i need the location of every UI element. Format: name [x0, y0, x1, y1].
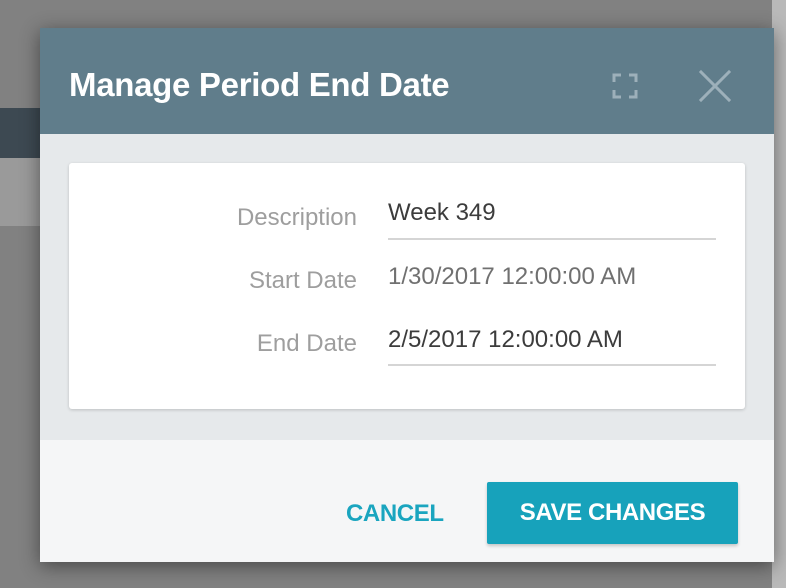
save-changes-button[interactable]: SAVE CHANGES — [487, 482, 738, 544]
description-underline — [388, 238, 716, 240]
description-label: Description — [236, 204, 357, 231]
end-date-underline — [388, 364, 716, 366]
dialog-footer: CANCEL SAVE CHANGES — [40, 440, 774, 562]
dialog-header: Manage Period End Date — [40, 28, 774, 134]
end-date-label: End Date — [256, 330, 357, 357]
period-form-card: Description Week 349 Start Date 1/30/201… — [69, 163, 745, 409]
end-date-input[interactable]: 2/5/2017 12:00:00 AM — [388, 326, 623, 354]
cancel-button[interactable]: CANCEL — [346, 500, 444, 528]
manage-period-dialog: Manage Period End Date Description Week … — [40, 28, 774, 562]
dialog-title: Manage Period End Date — [69, 66, 450, 103]
maximize-icon[interactable] — [605, 66, 645, 106]
start-date-value: 1/30/2017 12:00:00 AM — [388, 263, 637, 290]
start-date-label: Start Date — [248, 267, 357, 294]
background-edge — [772, 0, 786, 588]
close-icon[interactable] — [695, 66, 735, 106]
description-input[interactable]: Week 349 — [388, 199, 496, 227]
dialog-body: Description Week 349 Start Date 1/30/201… — [40, 134, 774, 440]
